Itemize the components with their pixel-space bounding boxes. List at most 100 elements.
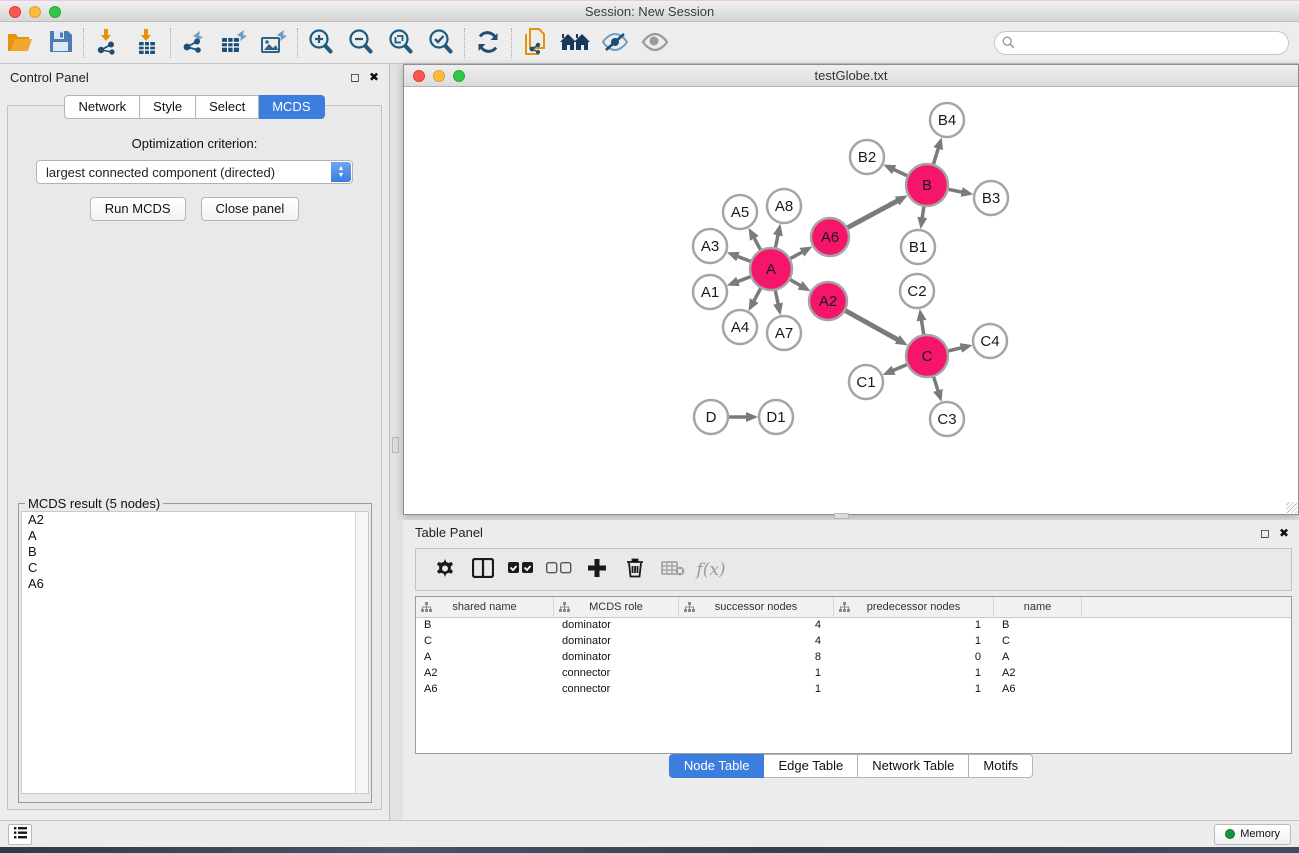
hide-details-button[interactable] [595, 25, 635, 61]
table-row[interactable]: Cdominator41C [416, 634, 1291, 650]
cell-shared_name[interactable]: A2 [416, 666, 554, 682]
resize-grip[interactable] [1286, 502, 1297, 513]
graph-node-B3[interactable]: B3 [974, 181, 1008, 215]
close-panel-icon[interactable]: ✖ [1279, 527, 1289, 539]
graph-node-C1[interactable]: C1 [849, 365, 883, 399]
graph-node-B4[interactable]: B4 [930, 103, 964, 137]
show-details-button[interactable] [635, 25, 675, 61]
task-history-button[interactable] [8, 824, 32, 845]
graph-node-C[interactable]: C [906, 335, 948, 377]
edge-A-A7[interactable] [775, 290, 778, 305]
scrollbar[interactable] [355, 512, 368, 793]
mcds-result-item[interactable]: A2 [22, 512, 368, 528]
save-session-button[interactable] [40, 25, 80, 61]
zoom-in-button[interactable] [301, 25, 341, 61]
delete-column-button[interactable] [616, 552, 654, 588]
cell-predecessors[interactable]: 0 [834, 650, 994, 666]
edge-A-A4[interactable] [754, 288, 761, 302]
graph-node-A5[interactable]: A5 [723, 195, 757, 229]
graph-node-A1[interactable]: A1 [693, 275, 727, 309]
create-column-button[interactable] [578, 552, 616, 588]
edge-A6-B[interactable] [847, 201, 898, 228]
edge-A-A2[interactable] [789, 279, 801, 286]
edge-A-A3[interactable] [737, 256, 751, 261]
table-row[interactable]: A2connector11A2 [416, 666, 1291, 682]
column-header-predecessor-nodes[interactable]: predecessor nodes [834, 597, 994, 617]
edge-C-C1[interactable] [893, 364, 908, 370]
edge-C-C2[interactable] [921, 320, 923, 336]
cell-successors[interactable]: 4 [679, 618, 834, 634]
search-input[interactable] [994, 31, 1289, 55]
select-all-columns-button[interactable] [502, 552, 540, 588]
column-header-shared-name[interactable]: shared name [416, 597, 554, 617]
zoom-selected-button[interactable] [421, 25, 461, 61]
cell-successors[interactable]: 1 [679, 666, 834, 682]
edge-B-B3[interactable] [948, 189, 963, 192]
edge-B-B2[interactable] [893, 169, 908, 176]
table-row[interactable]: Adominator80A [416, 650, 1291, 666]
graph-node-D[interactable]: D [694, 400, 728, 434]
export-image-button[interactable] [254, 25, 294, 61]
cell-name[interactable]: A6 [994, 682, 1082, 698]
table-row[interactable]: A6connector11A6 [416, 682, 1291, 698]
cell-predecessors[interactable]: 1 [834, 634, 994, 650]
cell-successors[interactable]: 1 [679, 682, 834, 698]
split-divider-handle[interactable] [392, 437, 399, 453]
graph-node-A2[interactable]: A2 [809, 282, 847, 320]
split-view-button[interactable] [464, 552, 502, 588]
mcds-result-item[interactable]: C [22, 560, 368, 576]
cell-predecessors[interactable]: 1 [834, 682, 994, 698]
cell-shared_name[interactable]: A [416, 650, 554, 666]
graph-node-C3[interactable]: C3 [930, 402, 964, 436]
graph-node-A7[interactable]: A7 [767, 316, 801, 350]
deselect-all-columns-button[interactable] [540, 552, 578, 588]
graph-node-B1[interactable]: B1 [901, 230, 935, 264]
open-session-button[interactable] [0, 25, 40, 61]
graph-node-A6[interactable]: A6 [811, 218, 849, 256]
cell-shared_name[interactable]: A6 [416, 682, 554, 698]
optimization-criterion-dropdown[interactable]: largest connected component (directed) ▲… [36, 160, 353, 184]
home-button[interactable] [555, 25, 595, 61]
edge-C-C4[interactable] [947, 348, 961, 351]
edge-C-C3[interactable] [933, 376, 938, 391]
float-panel-icon[interactable]: ◻ [350, 71, 360, 83]
mcds-result-item[interactable]: A [22, 528, 368, 544]
graph-node-B2[interactable]: B2 [850, 140, 884, 174]
tab-network-table[interactable]: Network Table [858, 754, 969, 778]
network-zoom-button[interactable] [453, 70, 465, 82]
tab-network[interactable]: Network [64, 95, 140, 119]
column-header-successor-nodes[interactable]: successor nodes [679, 597, 834, 617]
tab-mcds[interactable]: MCDS [259, 95, 324, 119]
close-panel-button[interactable]: Close panel [201, 197, 300, 221]
import-table-button[interactable] [127, 25, 167, 61]
export-network-button[interactable] [174, 25, 214, 61]
cell-predecessors[interactable]: 1 [834, 666, 994, 682]
edge-A2-C[interactable] [845, 310, 899, 340]
mcds-result-list[interactable]: A2ABCA6 [21, 511, 369, 794]
float-panel-icon[interactable]: ◻ [1260, 527, 1270, 539]
cell-name[interactable]: A2 [994, 666, 1082, 682]
cell-name[interactable]: A [994, 650, 1082, 666]
cell-shared_name[interactable]: C [416, 634, 554, 650]
tab-select[interactable]: Select [196, 95, 259, 119]
network-canvas[interactable]: AA1A3A4A5A7A8A6A2BB1B2B3B4CC1C2C3C4DD1 [404, 87, 1298, 514]
cell-mcds_role[interactable]: connector [554, 682, 679, 698]
run-mcds-button[interactable]: Run MCDS [90, 197, 186, 221]
memory-button[interactable]: Memory [1214, 824, 1291, 845]
edge-A-A8[interactable] [775, 234, 778, 248]
graph-node-C4[interactable]: C4 [973, 324, 1007, 358]
column-header-MCDS-role[interactable]: MCDS role [554, 597, 679, 617]
minimize-window-button[interactable] [29, 6, 41, 18]
edge-A-A1[interactable] [737, 276, 751, 281]
graph-node-A4[interactable]: A4 [723, 310, 757, 344]
table-settings-button[interactable] [426, 552, 464, 588]
graph-node-C2[interactable]: C2 [900, 274, 934, 308]
edge-B-B4[interactable] [933, 148, 938, 165]
duplicate-network-button[interactable] [515, 25, 555, 61]
mcds-result-item[interactable]: A6 [22, 576, 368, 592]
network-minimize-button[interactable] [433, 70, 445, 82]
tab-node-table[interactable]: Node Table [669, 754, 765, 778]
graph-node-A8[interactable]: A8 [767, 189, 801, 223]
cell-mcds_role[interactable]: dominator [554, 650, 679, 666]
graph-node-A[interactable]: A [750, 248, 792, 290]
